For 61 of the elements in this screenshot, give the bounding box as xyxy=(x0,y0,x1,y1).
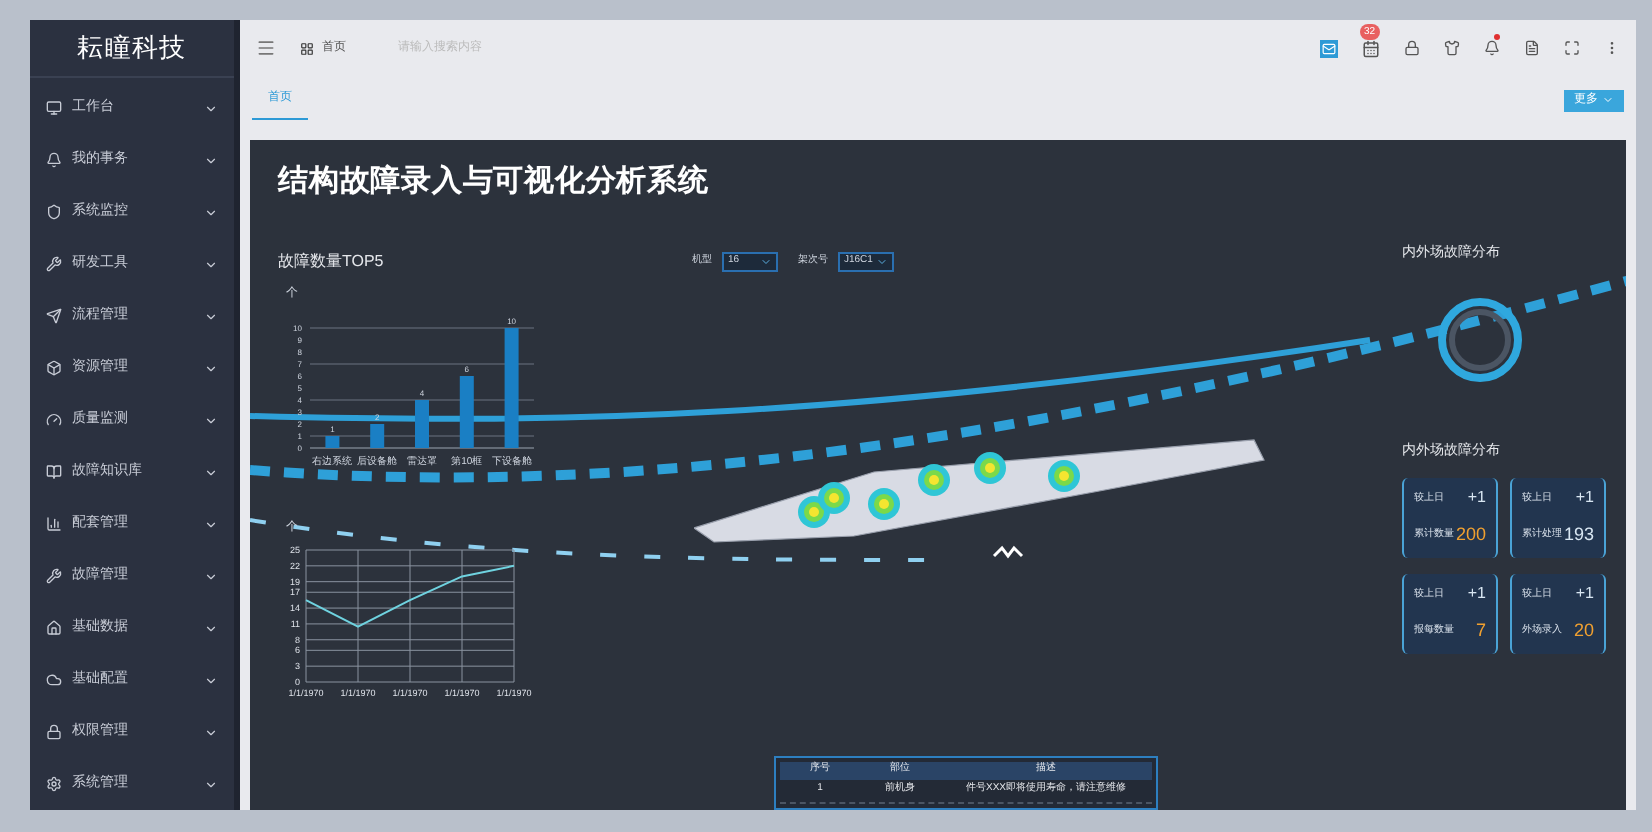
bell-icon xyxy=(46,152,62,168)
settings-icon xyxy=(46,776,62,792)
chevron-icon xyxy=(1602,94,1614,106)
gauge-icon xyxy=(46,412,62,428)
chevron-icon xyxy=(204,413,218,427)
stat-value: 193 xyxy=(1563,522,1594,549)
box-icon xyxy=(46,360,62,376)
chevron-icon xyxy=(204,517,218,531)
stat-value: 200 xyxy=(1455,522,1486,549)
lock-icon xyxy=(46,724,62,740)
ring-gauge-drawing xyxy=(1434,293,1526,385)
chevron-icon xyxy=(204,153,218,167)
chevron-icon xyxy=(760,255,772,267)
mail-icon[interactable] xyxy=(1320,39,1338,57)
delta-value: +1 xyxy=(1575,486,1594,511)
menu-icon[interactable] xyxy=(256,38,276,58)
bar xyxy=(370,423,385,447)
delta-value: +1 xyxy=(1467,486,1486,511)
stat-value: 20 xyxy=(1573,618,1594,645)
delta-value: +1 xyxy=(1575,582,1594,607)
stat-value: 7 xyxy=(1475,618,1486,645)
fullscreen-icon[interactable] xyxy=(1564,40,1580,56)
book-icon xyxy=(46,464,62,480)
chevron-icon xyxy=(204,569,218,583)
heat-spot xyxy=(1048,460,1080,492)
chevron-icon xyxy=(204,621,218,635)
send-icon xyxy=(46,308,62,324)
wrench-icon xyxy=(46,256,62,272)
calendar-icon[interactable] xyxy=(1362,39,1380,57)
chevron-icon xyxy=(204,257,218,271)
shield-icon xyxy=(46,204,62,220)
heat-spot xyxy=(818,482,850,514)
monitor-icon xyxy=(46,100,62,116)
dashboard-title: 结构故障录入与可视化分析系统 xyxy=(278,162,711,202)
wrench-icon xyxy=(46,568,62,584)
lock-icon[interactable] xyxy=(1404,40,1420,56)
chart-icon xyxy=(46,516,62,532)
bar xyxy=(415,399,429,447)
delta-value: +1 xyxy=(1467,582,1486,607)
document-icon[interactable] xyxy=(1524,40,1540,56)
grid-icon xyxy=(300,41,314,55)
chevron-icon xyxy=(204,465,218,479)
chevron-icon xyxy=(204,101,218,115)
chevron-icon xyxy=(204,673,218,687)
cloud-icon xyxy=(46,672,62,688)
chevron-icon xyxy=(204,205,218,219)
heat-spot xyxy=(918,464,950,496)
chevron-icon xyxy=(204,309,218,323)
heat-spot xyxy=(868,488,900,520)
heat-spot xyxy=(974,452,1006,484)
chevron-icon xyxy=(204,725,218,739)
bell-icon[interactable] xyxy=(1484,40,1500,56)
chevron-icon xyxy=(204,361,218,375)
chevron-icon xyxy=(876,255,888,267)
bar xyxy=(459,375,474,447)
chevron-icon xyxy=(204,777,218,791)
chart-title: 故障数量TOP5 xyxy=(278,249,386,273)
bar xyxy=(504,327,519,447)
squiggle-icon xyxy=(992,545,1024,559)
shirt-icon[interactable] xyxy=(1444,40,1460,56)
home-icon xyxy=(46,620,62,636)
